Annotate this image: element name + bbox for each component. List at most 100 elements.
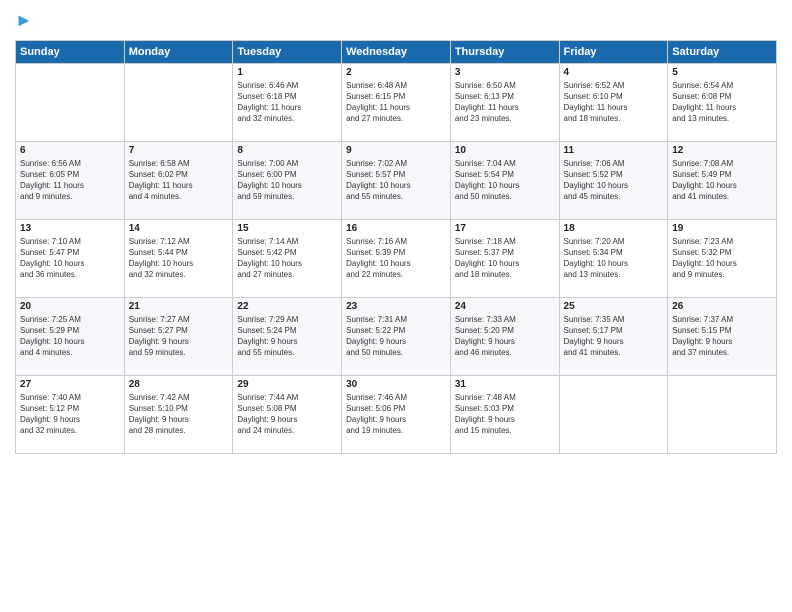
- calendar-cell: [668, 375, 777, 453]
- day-number: 15: [237, 223, 337, 234]
- calendar-cell: 8Sunrise: 7:00 AMSunset: 6:00 PMDaylight…: [233, 141, 342, 219]
- day-info: Sunrise: 7:12 AMSunset: 5:44 PMDaylight:…: [129, 236, 229, 281]
- day-info: Sunrise: 7:40 AMSunset: 5:12 PMDaylight:…: [20, 392, 120, 437]
- calendar-cell: 14 Sunrise: 7:12 AMSunset: 5:44 PMDayligh…: [124, 219, 233, 297]
- day-number: 27: [20, 379, 120, 390]
- calendar-cell: 30 Sunrise: 7:46 AMSunset: 5:06 PMDayligh…: [342, 375, 451, 453]
- day-number: 28: [129, 379, 229, 390]
- day-info: Sunrise: 7:48 AMSunset: 5:03 PMDaylight:…: [455, 392, 555, 437]
- calendar-cell: 12 Sunrise: 7:08 AMSunset: 5:49 PMDayligh…: [668, 141, 777, 219]
- day-number: 29: [237, 379, 337, 390]
- logo-arrow-inline: ►: [15, 10, 33, 30]
- weekday-header-friday: Friday: [559, 40, 668, 63]
- calendar-cell: 23 Sunrise: 7:31 AMSunset: 5:22 PMDayligh…: [342, 297, 451, 375]
- calendar-cell: 7 Sunrise: 6:58 AMSunset: 6:02 PMDaylight…: [124, 141, 233, 219]
- day-info: Sunrise: 7:31 AMSunset: 5:22 PMDaylight:…: [346, 314, 446, 359]
- weekday-header-monday: Monday: [124, 40, 233, 63]
- calendar: SundayMondayTuesdayWednesdayThursdayFrid…: [15, 40, 777, 454]
- weekday-header-saturday: Saturday: [668, 40, 777, 63]
- calendar-cell: 2 Sunrise: 6:48 AMSunset: 6:15 PMDaylight…: [342, 63, 451, 141]
- day-number: 11: [564, 145, 664, 156]
- logo-text: ►: [15, 10, 33, 32]
- calendar-cell: 3Sunrise: 6:50 AMSunset: 6:13 PMDaylight…: [450, 63, 559, 141]
- calendar-cell: 27 Sunrise: 7:40 AMSunset: 5:12 PMDayligh…: [16, 375, 125, 453]
- day-number: 12: [672, 145, 772, 156]
- day-info: Sunrise: 7:04 AMSunset: 5:54 PMDaylight:…: [455, 158, 555, 203]
- day-info: Sunrise: 6:54 AMSunset: 6:08 PMDaylight:…: [672, 80, 772, 125]
- day-info: Sunrise: 6:58 AMSunset: 6:02 PMDaylight:…: [129, 158, 229, 203]
- calendar-cell: 1 Sunrise: 6:46 AMSunset: 6:18 PMDaylight…: [233, 63, 342, 141]
- day-number: 10: [455, 145, 555, 156]
- weekday-header-wednesday: Wednesday: [342, 40, 451, 63]
- day-number: 14: [129, 223, 229, 234]
- day-info: Sunrise: 7:27 AMSunset: 5:27 PMDaylight:…: [129, 314, 229, 359]
- day-number: 13: [20, 223, 120, 234]
- weekday-header-sunday: Sunday: [16, 40, 125, 63]
- day-number: 19: [672, 223, 772, 234]
- day-info: Sunrise: 7:42 AMSunset: 5:10 PMDaylight:…: [129, 392, 229, 437]
- day-info: Sunrise: 7:33 AMSunset: 5:20 PMDaylight:…: [455, 314, 555, 359]
- calendar-cell: 29 Sunrise: 7:44 AMSunset: 5:08 PMDayligh…: [233, 375, 342, 453]
- day-number: 3: [455, 67, 555, 78]
- day-number: 1: [237, 67, 337, 78]
- day-info: Sunrise: 6:56 AMSunset: 6:05 PMDaylight:…: [20, 158, 120, 203]
- weekday-header-thursday: Thursday: [450, 40, 559, 63]
- day-info: Sunrise: 7:29 AMSunset: 5:24 PMDaylight:…: [237, 314, 337, 359]
- calendar-cell: 13Sunrise: 7:10 AMSunset: 5:47 PMDayligh…: [16, 219, 125, 297]
- day-number: 26: [672, 301, 772, 312]
- day-info: Sunrise: 7:20 AMSunset: 5:34 PMDaylight:…: [564, 236, 664, 281]
- week-row-3: 13Sunrise: 7:10 AMSunset: 5:47 PMDayligh…: [16, 219, 777, 297]
- day-number: 2: [346, 67, 446, 78]
- day-info: Sunrise: 6:46 AMSunset: 6:18 PMDaylight:…: [237, 80, 337, 125]
- day-number: 24: [455, 301, 555, 312]
- day-info: Sunrise: 7:08 AMSunset: 5:49 PMDaylight:…: [672, 158, 772, 203]
- day-info: Sunrise: 7:25 AMSunset: 5:29 PMDaylight:…: [20, 314, 120, 359]
- day-number: 22: [237, 301, 337, 312]
- calendar-cell: 25Sunrise: 7:35 AMSunset: 5:17 PMDayligh…: [559, 297, 668, 375]
- day-number: 18: [564, 223, 664, 234]
- calendar-cell: 26Sunrise: 7:37 AMSunset: 5:15 PMDayligh…: [668, 297, 777, 375]
- day-info: Sunrise: 7:14 AMSunset: 5:42 PMDaylight:…: [237, 236, 337, 281]
- day-number: 17: [455, 223, 555, 234]
- day-number: 23: [346, 301, 446, 312]
- calendar-cell: [559, 375, 668, 453]
- day-info: Sunrise: 7:18 AMSunset: 5:37 PMDaylight:…: [455, 236, 555, 281]
- day-info: Sunrise: 7:06 AMSunset: 5:52 PMDaylight:…: [564, 158, 664, 203]
- week-row-1: 1 Sunrise: 6:46 AMSunset: 6:18 PMDaylight…: [16, 63, 777, 141]
- day-info: Sunrise: 7:46 AMSunset: 5:06 PMDaylight:…: [346, 392, 446, 437]
- day-info: Sunrise: 7:23 AMSunset: 5:32 PMDaylight:…: [672, 236, 772, 281]
- calendar-cell: 15 Sunrise: 7:14 AMSunset: 5:42 PMDayligh…: [233, 219, 342, 297]
- calendar-cell: 16 Sunrise: 7:16 AMSunset: 5:39 PMDayligh…: [342, 219, 451, 297]
- calendar-cell: 4 Sunrise: 6:52 AMSunset: 6:10 PMDaylight…: [559, 63, 668, 141]
- day-number: 6: [20, 145, 120, 156]
- calendar-cell: 17 Sunrise: 7:18 AMSunset: 5:37 PMDayligh…: [450, 219, 559, 297]
- day-number: 5: [672, 67, 772, 78]
- page: ► SundayMondayTuesdayWednesdayThursdayFr…: [0, 0, 792, 612]
- logo: ►: [15, 10, 33, 32]
- day-number: 30: [346, 379, 446, 390]
- day-number: 31: [455, 379, 555, 390]
- week-row-2: 6 Sunrise: 6:56 AMSunset: 6:05 PMDaylight…: [16, 141, 777, 219]
- day-info: Sunrise: 7:16 AMSunset: 5:39 PMDaylight:…: [346, 236, 446, 281]
- calendar-cell: 18 Sunrise: 7:20 AMSunset: 5:34 PMDayligh…: [559, 219, 668, 297]
- calendar-cell: [16, 63, 125, 141]
- week-row-5: 27 Sunrise: 7:40 AMSunset: 5:12 PMDayligh…: [16, 375, 777, 453]
- calendar-cell: 28 Sunrise: 7:42 AMSunset: 5:10 PMDayligh…: [124, 375, 233, 453]
- day-info: Sunrise: 7:44 AMSunset: 5:08 PMDaylight:…: [237, 392, 337, 437]
- day-info: Sunrise: 7:02 AMSunset: 5:57 PMDaylight:…: [346, 158, 446, 203]
- calendar-cell: [124, 63, 233, 141]
- weekday-header-tuesday: Tuesday: [233, 40, 342, 63]
- day-number: 7: [129, 145, 229, 156]
- day-info: Sunrise: 6:48 AMSunset: 6:15 PMDaylight:…: [346, 80, 446, 125]
- weekday-header-row: SundayMondayTuesdayWednesdayThursdayFrid…: [16, 40, 777, 63]
- header: ►: [15, 10, 777, 32]
- day-info: Sunrise: 6:52 AMSunset: 6:10 PMDaylight:…: [564, 80, 664, 125]
- day-number: 21: [129, 301, 229, 312]
- day-number: 16: [346, 223, 446, 234]
- calendar-cell: 5 Sunrise: 6:54 AMSunset: 6:08 PMDaylight…: [668, 63, 777, 141]
- day-number: 9: [346, 145, 446, 156]
- week-row-4: 20Sunrise: 7:25 AMSunset: 5:29 PMDayligh…: [16, 297, 777, 375]
- calendar-cell: 24 Sunrise: 7:33 AMSunset: 5:20 PMDayligh…: [450, 297, 559, 375]
- calendar-cell: 6 Sunrise: 6:56 AMSunset: 6:05 PMDaylight…: [16, 141, 125, 219]
- day-number: 4: [564, 67, 664, 78]
